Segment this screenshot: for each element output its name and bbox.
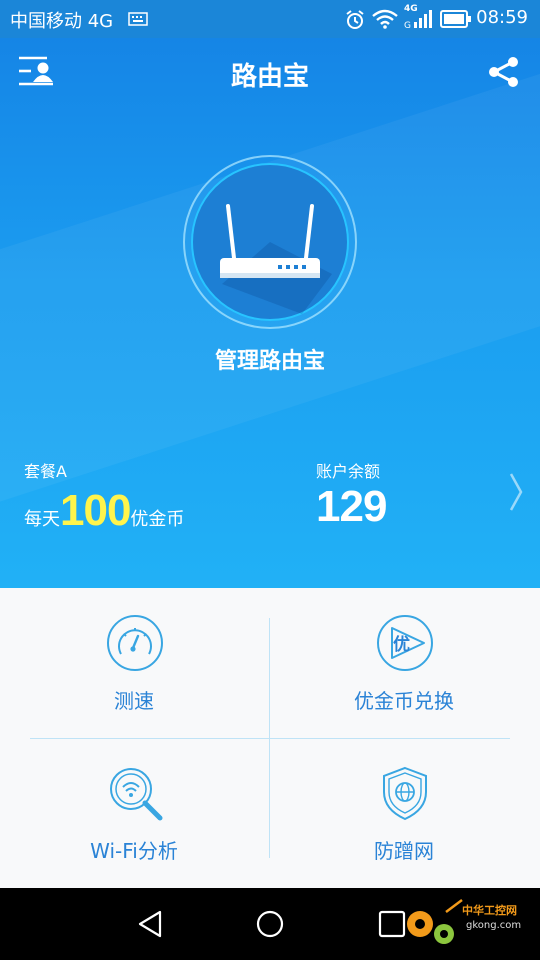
shield-globe-icon — [383, 766, 427, 821]
coin-exchange-icon: 优 — [377, 615, 433, 671]
balance-value: 129 — [316, 482, 387, 531]
speed-test-label: 测速 — [114, 689, 154, 713]
feature-grid: 测速 优 优金币兑换 Wi-Fi分析 防蹭网 — [0, 588, 540, 888]
coin-exchange-button[interactable]: 优 优金币兑换 — [284, 588, 524, 738]
manage-router-button[interactable] — [182, 154, 358, 330]
alarm-icon — [346, 10, 364, 29]
page-title: 路由宝 — [230, 62, 309, 92]
back-triangle-icon — [138, 910, 162, 938]
battery-icon — [440, 10, 471, 28]
package-suffix: 优金币 — [130, 509, 185, 530]
wifi-analysis-icon — [110, 768, 163, 821]
package-daily-reward: 每天100优金币 — [24, 486, 184, 536]
package-amount: 100 — [60, 486, 131, 535]
watermark-logo: 中华工控网 gkong.com — [400, 894, 536, 954]
wifi-analysis-label: Wi-Fi分析 — [90, 839, 178, 863]
package-prefix: 每天 — [24, 509, 60, 530]
carrier-label: 中国移动 4G — [10, 11, 114, 32]
manage-router-label[interactable]: 管理路由宝 — [0, 343, 540, 375]
package-name: 套餐A — [24, 462, 67, 481]
nav-back-button[interactable] — [130, 906, 170, 942]
anti-leech-label: 防蹭网 — [374, 839, 434, 863]
wifi-signal-icon — [372, 9, 398, 29]
router-hero-panel: 路由宝 管理路由宝 套餐A 每天100优金币 账户余额 129 — [0, 38, 540, 588]
home-circle-icon — [256, 910, 284, 938]
anti-leech-button[interactable]: 防蹭网 — [284, 738, 524, 888]
speed-test-button[interactable]: 测速 — [14, 588, 254, 738]
system-nav-bar: 中华工控网 gkong.com — [0, 888, 540, 960]
wifi-analysis-button[interactable]: Wi-Fi分析 — [14, 738, 254, 888]
coin-exchange-label: 优金币兑换 — [354, 689, 454, 713]
coin-glyph: 优 — [393, 634, 410, 655]
router-icon — [183, 155, 357, 329]
account-details-button[interactable] — [505, 470, 527, 514]
watermark-text-cn: 中华工控网 — [462, 904, 517, 917]
share-icon — [489, 57, 518, 87]
chevron-right-icon — [509, 473, 523, 511]
clock-label: 08:59 — [476, 7, 528, 28]
cell-signal-icon: G — [404, 10, 432, 31]
speedometer-icon — [107, 615, 163, 671]
keyboard-icon — [128, 12, 148, 26]
balance-label: 账户余额 — [316, 462, 381, 481]
status-bar: 中国移动 4G 4G G 08:59 — [0, 0, 540, 38]
svg-text:G: G — [404, 21, 411, 31]
share-button[interactable] — [486, 54, 522, 90]
watermark-text-domain: gkong.com — [466, 920, 522, 931]
nav-home-button[interactable] — [250, 906, 290, 942]
